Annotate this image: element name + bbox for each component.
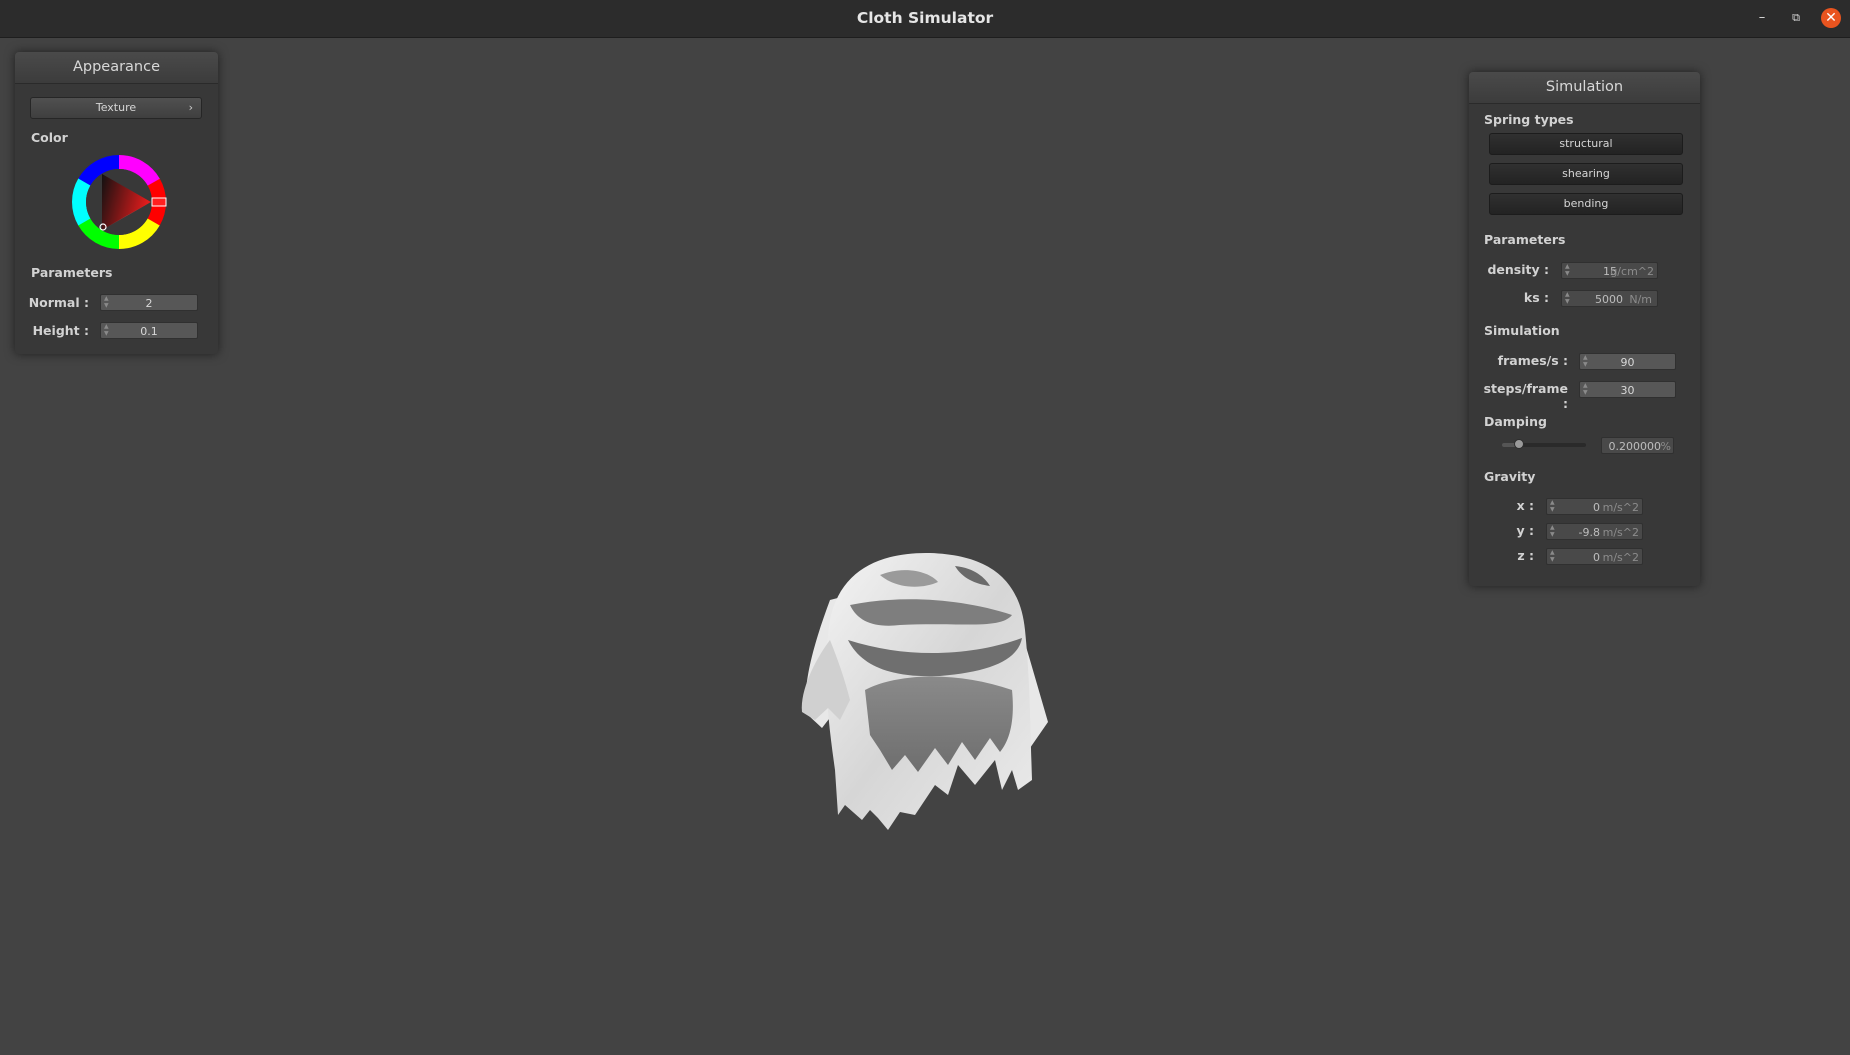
damping-slider[interactable] xyxy=(1502,439,1586,449)
chevron-right-icon: › xyxy=(188,101,193,114)
appearance-panel-header[interactable]: Appearance xyxy=(15,52,218,84)
gravity-z-input[interactable]: ▲ ▼ 0 m/s^2 xyxy=(1546,548,1643,565)
gravity-y-label: y : xyxy=(1516,523,1535,538)
minimize-button[interactable]: – xyxy=(1752,8,1772,28)
parameters-section-label: Parameters xyxy=(1484,232,1566,247)
spinner-arrows-icon[interactable]: ▲ ▼ xyxy=(1550,524,1558,539)
maximize-button[interactable]: ⧉ xyxy=(1786,8,1806,28)
density-unit: g/cm^2 xyxy=(1610,265,1654,278)
normal-value: 2 xyxy=(145,297,153,310)
cloth-mesh[interactable] xyxy=(801,552,1048,830)
title-bar[interactable]: Cloth Simulator – ⧉ ✕ xyxy=(0,0,1850,38)
shearing-toggle[interactable]: shearing xyxy=(1489,163,1683,185)
simulation-panel-header[interactable]: Simulation xyxy=(1469,72,1700,104)
steps-per-frame-input[interactable]: ▲ ▼ 30 xyxy=(1579,381,1676,398)
spinner-arrows-icon[interactable]: ▲ ▼ xyxy=(1550,549,1558,564)
gravity-y-value: -9.8 xyxy=(1578,526,1600,539)
spinner-arrows-icon[interactable]: ▲ ▼ xyxy=(1565,263,1573,278)
gravity-y-unit: m/s^2 xyxy=(1602,526,1639,539)
color-section-label: Color xyxy=(31,130,68,145)
gravity-x-input[interactable]: ▲ ▼ 0 m/s^2 xyxy=(1546,498,1643,515)
simulation-section-label: Simulation xyxy=(1484,323,1560,338)
spring-types-label: Spring types xyxy=(1484,112,1574,127)
gravity-z-value: 0 xyxy=(1593,551,1600,564)
app-window: Cloth Simulator – ⧉ ✕ Appearance Texture… xyxy=(0,0,1850,1055)
spinner-arrows-icon[interactable]: ▲ ▼ xyxy=(1550,499,1558,514)
normal-label: Normal : xyxy=(28,295,89,310)
close-button[interactable]: ✕ xyxy=(1821,8,1841,28)
window-title: Cloth Simulator xyxy=(856,9,994,27)
gravity-section-label: Gravity xyxy=(1484,469,1536,484)
ks-input[interactable]: ▲ ▼ 5000 N/m xyxy=(1561,290,1658,307)
gravity-y-input[interactable]: ▲ ▼ -9.8 m/s^2 xyxy=(1546,523,1643,540)
damping-slider-handle[interactable] xyxy=(1513,439,1524,449)
steps-per-frame-value: 30 xyxy=(1620,384,1635,397)
parameters-section-label: Parameters xyxy=(31,265,113,280)
color-wheel[interactable] xyxy=(71,154,167,250)
density-label: density : xyxy=(1487,262,1549,277)
frames-per-second-input[interactable]: ▲ ▼ 90 xyxy=(1579,353,1676,370)
gravity-x-label: x : xyxy=(1516,498,1534,513)
height-input[interactable]: ▲ ▼ 0.1 xyxy=(100,322,198,339)
normal-input[interactable]: ▲ ▼ 2 xyxy=(100,294,198,311)
steps-per-frame-label: steps/frame : xyxy=(1483,381,1568,411)
structural-toggle[interactable]: structural xyxy=(1489,133,1683,155)
damping-input[interactable]: 0.200000 % xyxy=(1601,437,1674,454)
frames-per-second-label: frames/s : xyxy=(1497,353,1568,368)
damping-section-label: Damping xyxy=(1484,414,1547,429)
bending-toggle[interactable]: bending xyxy=(1489,193,1683,215)
simulation-panel: Simulation Spring types structural shear… xyxy=(1469,72,1700,586)
gravity-x-unit: m/s^2 xyxy=(1602,501,1639,514)
gravity-z-label: z : xyxy=(1517,548,1534,563)
density-input[interactable]: ▲ ▼ 15 g/cm^2 xyxy=(1561,262,1658,279)
spinner-arrows-icon[interactable]: ▲ ▼ xyxy=(1565,291,1573,306)
appearance-panel: Appearance Texture › Color Parameters No… xyxy=(15,52,218,354)
height-value: 0.1 xyxy=(140,325,158,338)
damping-value: 0.200000 xyxy=(1608,440,1662,453)
ks-label: ks : xyxy=(1523,290,1549,305)
texture-button[interactable]: Texture › xyxy=(30,97,202,119)
gravity-x-value: 0 xyxy=(1593,501,1600,514)
gravity-z-unit: m/s^2 xyxy=(1602,551,1639,564)
height-label: Height : xyxy=(32,323,89,338)
hue-selector-handle[interactable] xyxy=(151,197,167,207)
ks-unit: N/m xyxy=(1629,293,1652,306)
damping-unit: % xyxy=(1660,440,1671,453)
ks-value: 5000 xyxy=(1595,293,1623,306)
texture-button-label: Texture xyxy=(95,101,137,114)
frames-per-second-value: 90 xyxy=(1620,356,1635,369)
